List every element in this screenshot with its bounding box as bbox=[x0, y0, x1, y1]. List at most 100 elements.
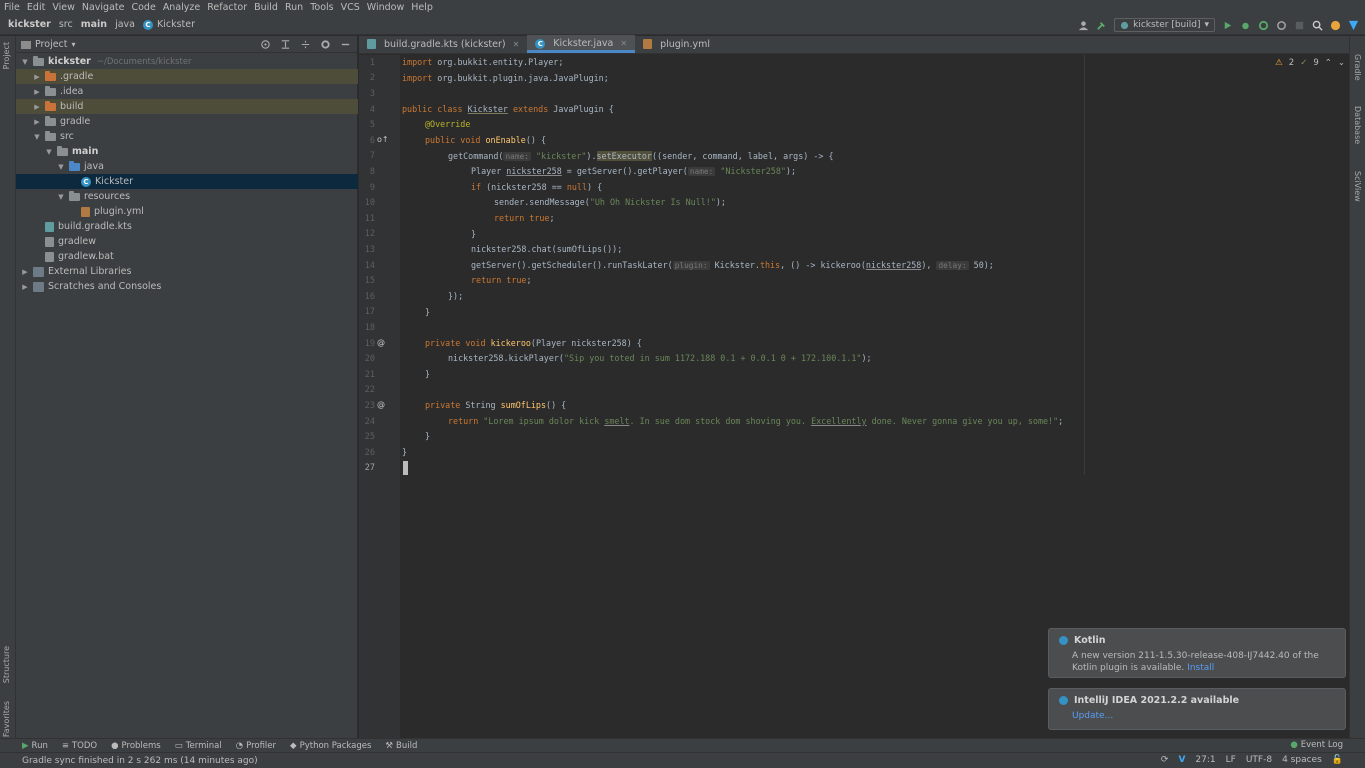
tree-item-kickster[interactable]: ▼ kickster ~/Documents/kickster bbox=[16, 54, 358, 69]
menu-build[interactable]: Build bbox=[254, 2, 278, 13]
tool-tab-structure[interactable]: Structure bbox=[2, 646, 11, 683]
tree-item-gradlew[interactable]: gradlew bbox=[16, 234, 358, 249]
collapse-all-icon[interactable] bbox=[300, 39, 311, 50]
line-number: 3 bbox=[369, 89, 375, 99]
tree-item-main[interactable]: ▼ main bbox=[16, 144, 358, 159]
chevron-right-icon[interactable]: ▶ bbox=[33, 118, 41, 126]
tool-python-packages[interactable]: ◆ Python Packages bbox=[290, 741, 371, 751]
breadcrumb-src[interactable]: src bbox=[59, 19, 73, 30]
chevron-down-icon[interactable]: ▼ bbox=[57, 163, 65, 171]
breadcrumb-main[interactable]: main bbox=[81, 19, 107, 30]
close-icon[interactable]: ✕ bbox=[513, 40, 520, 49]
editor-gutter[interactable]: 1 2 3 4 5 6 o↑ 7 8 9 10 11 12 13 14 15 1… bbox=[359, 55, 400, 738]
locate-icon[interactable] bbox=[260, 39, 271, 50]
update-link[interactable]: Update... bbox=[1072, 711, 1113, 721]
tree-item-plugin-yml[interactable]: plugin.yml bbox=[16, 204, 358, 219]
cursor-position[interactable]: 27:1 bbox=[1195, 755, 1215, 765]
install-link[interactable]: Install bbox=[1187, 663, 1214, 673]
tree-item-scratches[interactable]: ▶ Scratches and Consoles bbox=[16, 279, 358, 294]
tree-item-kickster-class[interactable]: C Kickster bbox=[16, 174, 358, 189]
gradle-sync-icon[interactable]: ⟳ bbox=[1161, 755, 1169, 765]
tree-item-resources[interactable]: ▼ resources bbox=[16, 189, 358, 204]
tool-event-log[interactable]: ● Event Log bbox=[1290, 740, 1343, 750]
menu-code[interactable]: Code bbox=[131, 2, 155, 13]
menu-window[interactable]: Window bbox=[367, 2, 404, 13]
gear-icon[interactable] bbox=[320, 39, 331, 50]
chevron-down-icon[interactable]: ▼ bbox=[45, 148, 53, 156]
chevron-right-icon[interactable]: ▶ bbox=[33, 73, 41, 81]
tab-kickster-java[interactable]: C Kickster.java ✕ bbox=[527, 35, 636, 53]
menu-edit[interactable]: Edit bbox=[27, 2, 45, 13]
menu-file[interactable]: File bbox=[4, 2, 20, 13]
run-icon[interactable] bbox=[1222, 20, 1233, 31]
hammer-icon[interactable] bbox=[1096, 20, 1107, 31]
lock-icon[interactable]: 🔓 bbox=[1332, 755, 1343, 765]
close-icon[interactable]: ✕ bbox=[620, 39, 627, 48]
tree-item-build-gradle-kts[interactable]: build.gradle.kts bbox=[16, 219, 358, 234]
usage-marker-icon[interactable]: @ bbox=[377, 400, 385, 409]
chevron-down-icon[interactable]: ▾ bbox=[72, 40, 76, 49]
vcs-icon[interactable]: V bbox=[1178, 755, 1185, 765]
chevron-right-icon[interactable]: ▶ bbox=[21, 283, 29, 291]
menu-help[interactable]: Help bbox=[411, 2, 433, 13]
chevron-down-icon[interactable]: ▼ bbox=[33, 133, 41, 141]
breadcrumb-project[interactable]: kickster bbox=[8, 19, 51, 30]
minimize-icon[interactable] bbox=[340, 39, 351, 50]
menu-vcs[interactable]: VCS bbox=[341, 2, 360, 13]
tool-build[interactable]: ⚒ Build bbox=[385, 741, 417, 751]
breadcrumb-java[interactable]: java bbox=[115, 19, 135, 30]
chevron-right-icon[interactable]: ▶ bbox=[33, 88, 41, 96]
tab-build-gradle-kts[interactable]: build.gradle.kts (kickster) ✕ bbox=[359, 35, 527, 53]
tab-plugin-yml[interactable]: plugin.yml bbox=[635, 35, 718, 53]
breadcrumb-class[interactable]: C Kickster bbox=[142, 19, 195, 30]
chevron-down-icon[interactable]: ⌄ bbox=[1338, 58, 1345, 68]
override-marker-icon[interactable]: o↑ bbox=[377, 135, 389, 144]
tree-item-gradle-dir[interactable]: ▶ .gradle bbox=[16, 69, 358, 84]
profiler-icon[interactable] bbox=[1276, 20, 1287, 31]
indent-setting[interactable]: 4 spaces bbox=[1282, 755, 1322, 765]
project-panel-title[interactable]: Project bbox=[35, 39, 68, 50]
chevron-down-icon[interactable]: ▼ bbox=[21, 58, 29, 66]
tool-terminal[interactable]: ▭ Terminal bbox=[175, 741, 222, 751]
chevron-right-icon[interactable]: ▶ bbox=[33, 103, 41, 111]
search-icon[interactable] bbox=[1312, 20, 1323, 31]
tool-profiler[interactable]: ◔ Profiler bbox=[236, 741, 276, 751]
inspection-widget[interactable]: ⚠ 2 ✓ 9 ⌃ ⌄ bbox=[1275, 58, 1345, 68]
tree-item-idea[interactable]: ▶ .idea bbox=[16, 84, 358, 99]
chevron-down-icon[interactable]: ▼ bbox=[57, 193, 65, 201]
tool-tab-sciview[interactable]: SciView bbox=[1353, 171, 1362, 202]
tool-tab-gradle[interactable]: Gradle bbox=[1353, 54, 1362, 81]
expand-all-icon[interactable] bbox=[280, 39, 291, 50]
coverage-icon[interactable] bbox=[1258, 20, 1269, 31]
menu-analyze[interactable]: Analyze bbox=[163, 2, 200, 13]
chevron-right-icon[interactable]: ▶ bbox=[21, 268, 29, 276]
tool-tab-favorites[interactable]: Favorites bbox=[2, 701, 11, 737]
tree-item-gradlew-bat[interactable]: gradlew.bat bbox=[16, 249, 358, 264]
user-icon[interactable] bbox=[1078, 20, 1089, 31]
menu-refactor[interactable]: Refactor bbox=[207, 2, 247, 13]
menu-navigate[interactable]: Navigate bbox=[82, 2, 125, 13]
tree-item-java[interactable]: ▼ java bbox=[16, 159, 358, 174]
plugin-logo-icon[interactable] bbox=[1348, 20, 1359, 31]
tool-todo[interactable]: ≡ TODO bbox=[62, 741, 97, 751]
tool-tab-database[interactable]: Database bbox=[1353, 106, 1362, 144]
tree-item-gradle[interactable]: ▶ gradle bbox=[16, 114, 358, 129]
menu-tools[interactable]: Tools bbox=[310, 2, 333, 13]
debug-icon[interactable] bbox=[1240, 20, 1251, 31]
status-message[interactable]: Gradle sync finished in 2 s 262 ms (14 m… bbox=[22, 756, 258, 766]
file-encoding[interactable]: UTF-8 bbox=[1246, 755, 1272, 765]
tree-item-src[interactable]: ▼ src bbox=[16, 129, 358, 144]
stop-icon[interactable] bbox=[1294, 20, 1305, 31]
menu-run[interactable]: Run bbox=[285, 2, 303, 13]
usage-marker-icon[interactable]: @ bbox=[377, 338, 385, 347]
tool-problems[interactable]: ● Problems bbox=[111, 741, 161, 751]
tree-item-build[interactable]: ▶ build bbox=[16, 99, 358, 114]
menu-view[interactable]: View bbox=[52, 2, 75, 13]
tree-item-external-libraries[interactable]: ▶ External Libraries bbox=[16, 264, 358, 279]
chevron-up-icon[interactable]: ⌃ bbox=[1325, 58, 1332, 68]
run-configuration-select[interactable]: kickster [build] ▾ bbox=[1114, 18, 1215, 32]
tool-run[interactable]: ▶ Run bbox=[22, 741, 48, 751]
line-separator[interactable]: LF bbox=[1226, 755, 1236, 765]
tool-tab-project[interactable]: Project bbox=[2, 42, 11, 69]
update-icon[interactable] bbox=[1330, 20, 1341, 31]
